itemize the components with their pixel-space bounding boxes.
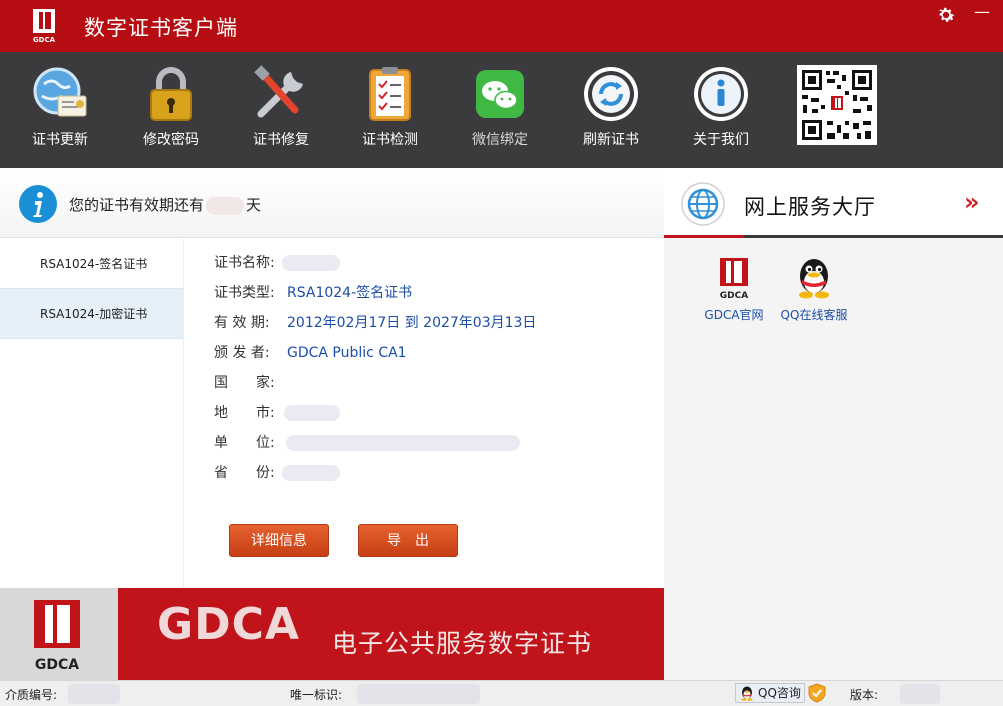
version-redacted xyxy=(900,684,940,704)
gdca-logo-icon: GDCA xyxy=(720,258,748,300)
cert-validity-label: 有 效 期: xyxy=(214,315,270,331)
cert-issuer-value: GDCA Public CA1 xyxy=(287,345,407,361)
cert-item-encrypt[interactable]: RSA1024-加密证书 xyxy=(0,289,183,339)
version-label: 版本: xyxy=(850,688,879,702)
globe-certificate-icon xyxy=(33,67,87,117)
update-cert-label: 证书更新 xyxy=(32,132,88,148)
service-hall-title: 网上服务大厅 xyxy=(744,195,876,219)
refresh-icon xyxy=(584,67,638,121)
qq-support-label: QQ在线客服 xyxy=(780,308,848,322)
validity-header: 您的证书有效期还有 天 xyxy=(0,168,664,238)
certificate-details: 证书名称: 证书类型: RSA1024-签名证书 有 效 期: 2012年02月… xyxy=(214,254,654,494)
globe-icon xyxy=(681,182,725,226)
banner-slogan: 电子公共服务数字证书 xyxy=(332,629,593,658)
cert-country-label: 国 家: xyxy=(214,375,275,391)
about-us-label: 关于我们 xyxy=(693,132,749,148)
header-accent-bar xyxy=(664,235,744,238)
qq-consult-label: QQ咨询 xyxy=(758,686,801,700)
export-button[interactable]: 导 出 xyxy=(358,524,458,557)
cert-city-redacted xyxy=(284,405,340,421)
check-cert-label: 证书检测 xyxy=(362,132,418,148)
gdca-link-logo-text: GDCA xyxy=(720,291,748,300)
detail-row-country: 国 家: xyxy=(214,374,654,404)
validity-suffix: 天 xyxy=(246,196,262,214)
gdca-website-link[interactable]: GDCA GDCA官网 xyxy=(694,256,774,323)
certificate-panel: 您的证书有效期还有 天 RSA1024-签名证书 RSA1024-加密证书 证书名… xyxy=(0,168,664,588)
padlock-icon xyxy=(150,67,192,121)
refresh-cert-button[interactable]: 刷新证书 xyxy=(566,64,656,164)
status-bar: 介质编号: 唯一标识: QQ咨询 版本: xyxy=(0,680,1003,706)
main-toolbar: 证书更新 修改密码 证书修复 证书检测 微信绑定 刷新证书 关于我们 xyxy=(0,52,1003,168)
detail-row-org: 单 位: xyxy=(214,434,654,464)
validity-prefix: 您的证书有效期还有 xyxy=(69,196,205,214)
wechat-bind-label: 微信绑定 xyxy=(472,132,528,148)
minimize-button[interactable]: — xyxy=(964,2,1000,26)
qr-code xyxy=(797,65,877,145)
detail-row-city: 地 市: xyxy=(214,404,654,434)
clipboard-check-icon xyxy=(369,67,411,121)
details-button[interactable]: 详细信息 xyxy=(229,524,329,557)
unique-id-redacted xyxy=(357,684,480,704)
update-cert-button[interactable]: 证书更新 xyxy=(15,64,105,164)
app-title: 数字证书客户端 xyxy=(84,16,238,40)
about-us-button[interactable]: 关于我们 xyxy=(676,64,766,164)
gdca-website-label: GDCA官网 xyxy=(704,308,764,322)
media-number-label: 介质编号: xyxy=(5,688,58,702)
detail-row-province: 省 份: xyxy=(214,464,654,494)
info-circle-icon xyxy=(19,185,57,223)
tools-icon xyxy=(254,65,303,118)
validity-days-redacted xyxy=(206,196,245,215)
cert-name-label: 证书名称: xyxy=(214,255,275,271)
gdca-logo-icon: GDCA xyxy=(34,600,80,673)
shield-check-icon[interactable] xyxy=(808,683,826,703)
cert-name-redacted xyxy=(282,255,340,271)
wechat-bind-button[interactable]: 微信绑定 xyxy=(455,64,545,164)
banner-logo-box: GDCA xyxy=(0,588,118,680)
validity-message: 您的证书有效期还有 天 xyxy=(69,194,261,215)
info-icon xyxy=(694,67,748,121)
qq-penguin-icon xyxy=(741,686,753,701)
qq-support-link[interactable]: QQ在线客服 xyxy=(774,256,854,323)
detail-row-validity: 有 效 期: 2012年02月17日 到 2027年03月13日 xyxy=(214,314,654,344)
qq-penguin-icon xyxy=(799,259,829,299)
detail-row-issuer: 颁 发 者: GDCA Public CA1 xyxy=(214,344,654,374)
banner-logo-text: GDCA xyxy=(35,657,79,673)
change-password-button[interactable]: 修改密码 xyxy=(126,64,216,164)
repair-cert-button[interactable]: 证书修复 xyxy=(236,64,326,164)
cert-issuer-label: 颁 发 者: xyxy=(214,345,270,361)
cert-type-label: 证书类型: xyxy=(214,285,275,301)
service-hall-header: 网上服务大厅 » xyxy=(664,168,1003,238)
cert-org-redacted xyxy=(286,435,520,451)
service-hall-panel: 网上服务大厅 » GDCA GDCA官网 QQ在线客服 xyxy=(664,168,1003,680)
cert-type-value: RSA1024-签名证书 xyxy=(287,285,413,301)
cert-province-redacted xyxy=(282,465,340,481)
title-bar: GDCA 数字证书客户端 — xyxy=(0,0,1003,52)
cert-item-sign[interactable]: RSA1024-签名证书 xyxy=(0,239,183,289)
banner-brand: GDCA xyxy=(157,599,300,650)
unique-id-label: 唯一标识: xyxy=(290,688,343,702)
certificate-list: RSA1024-签名证书 RSA1024-加密证书 xyxy=(0,239,184,588)
gdca-logo-icon: GDCA xyxy=(33,9,56,44)
gear-icon[interactable] xyxy=(935,4,957,26)
gdca-banner: GDCA GDCA 电子公共服务数字证书 xyxy=(0,588,664,680)
check-cert-button[interactable]: 证书检测 xyxy=(345,64,435,164)
cert-org-label: 单 位: xyxy=(214,435,275,451)
qq-consult-button[interactable]: QQ咨询 xyxy=(735,683,805,703)
title-logo-text: GDCA xyxy=(33,36,56,44)
change-password-label: 修改密码 xyxy=(143,132,199,148)
cert-province-label: 省 份: xyxy=(214,465,275,481)
repair-cert-label: 证书修复 xyxy=(253,132,309,148)
wechat-icon xyxy=(476,70,524,118)
refresh-cert-label: 刷新证书 xyxy=(583,132,639,148)
media-number-redacted xyxy=(68,684,120,704)
cert-city-label: 地 市: xyxy=(214,405,275,421)
detail-row-type: 证书类型: RSA1024-签名证书 xyxy=(214,284,654,314)
detail-row-name: 证书名称: xyxy=(214,254,654,284)
double-chevron-right-icon[interactable]: » xyxy=(964,188,979,216)
cert-validity-value: 2012年02月17日 到 2027年03月13日 xyxy=(287,315,537,331)
